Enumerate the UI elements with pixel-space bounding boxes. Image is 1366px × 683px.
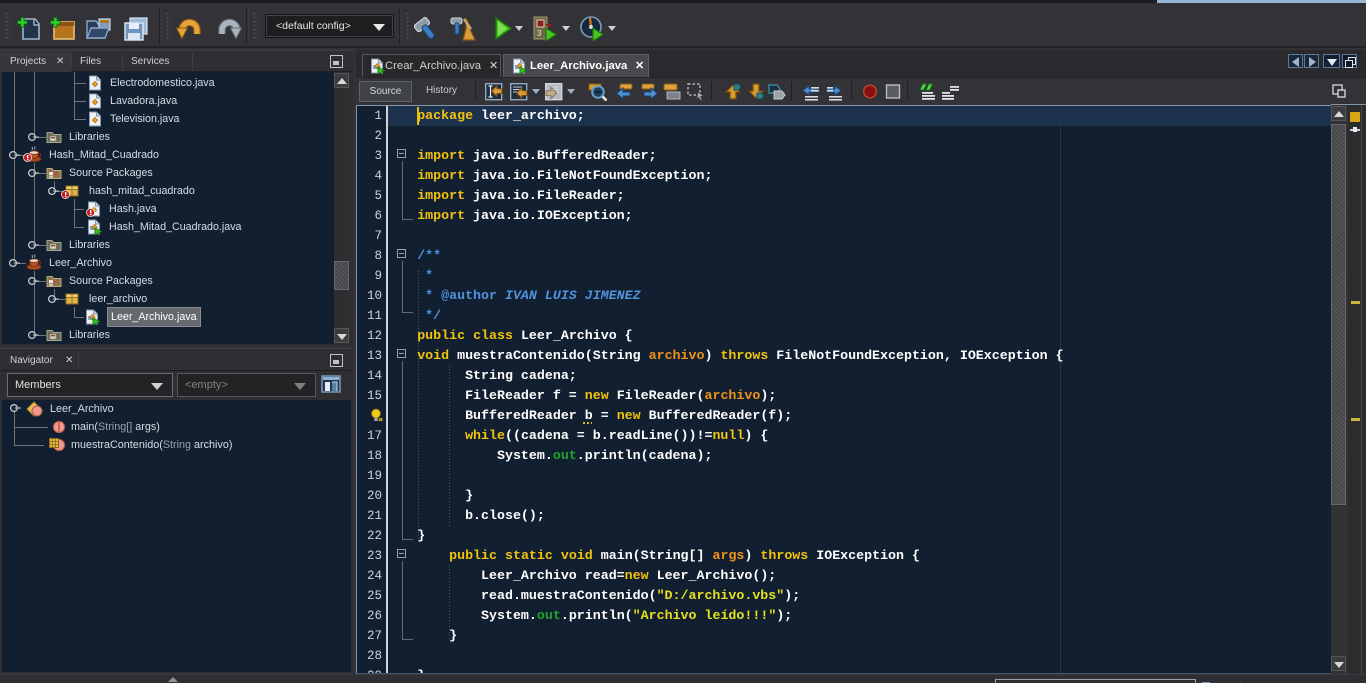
svg-text:3: 3 bbox=[537, 29, 542, 38]
